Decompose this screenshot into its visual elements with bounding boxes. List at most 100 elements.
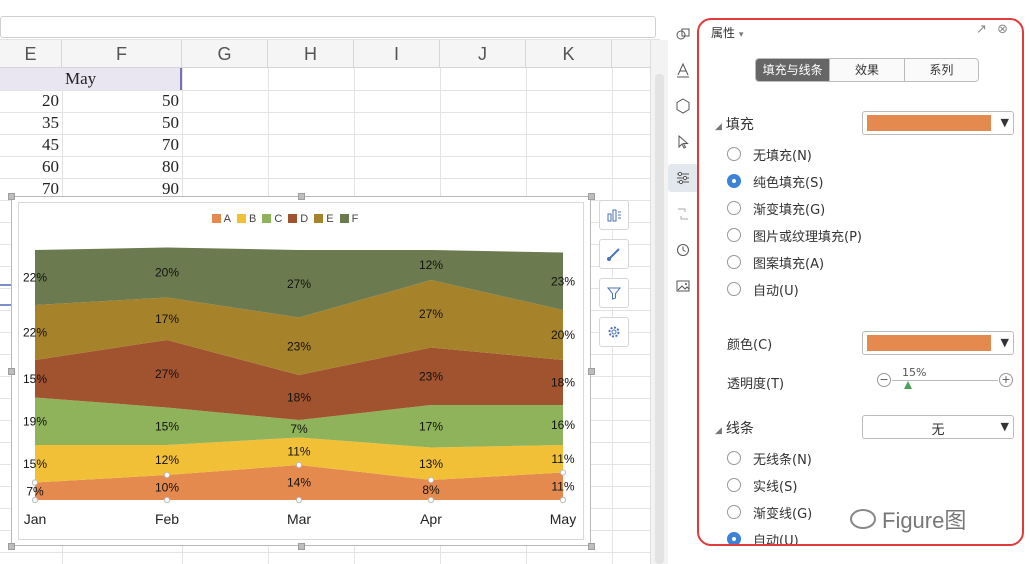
- selection-point[interactable]: [163, 496, 171, 504]
- radio-button[interactable]: [727, 451, 741, 465]
- panel-controls: ↗ ⊗: [976, 22, 1008, 37]
- data-label: 22%: [23, 271, 47, 285]
- chart-elements-icon[interactable]: [599, 200, 629, 230]
- line-section-header[interactable]: ◢ 线条: [715, 418, 754, 438]
- fill-option-gradient[interactable]: 渐变填充(G): [727, 198, 825, 218]
- selection-point[interactable]: [427, 496, 435, 504]
- transparency-label: 透明度(T): [727, 377, 785, 392]
- tab-series[interactable]: 系列: [904, 59, 978, 81]
- slider-thumb[interactable]: [903, 381, 912, 389]
- panel-title[interactable]: 属性 ▾: [711, 24, 743, 41]
- radio-button[interactable]: [727, 255, 741, 269]
- line-option-gradient[interactable]: 渐变线(G): [727, 502, 812, 522]
- gear-icon[interactable]: [599, 317, 629, 347]
- data-label: 18%: [551, 376, 575, 390]
- radio-button-checked[interactable]: [727, 174, 741, 188]
- radio-button-checked[interactable]: [727, 532, 741, 544]
- data-label: 20%: [155, 266, 179, 280]
- stacked-area-chart[interactable]: 7% 10% 14% 8% 11% 15% 12% 11% 13% 11% 19% 15% 7% 17% 1…: [0, 0, 650, 564]
- line-option-solid[interactable]: 实线(S): [727, 475, 797, 495]
- filter-icon[interactable]: [599, 278, 629, 308]
- line-option-none[interactable]: 无线条(N): [727, 448, 812, 468]
- radio-button[interactable]: [727, 478, 741, 492]
- chart-tools: [599, 200, 629, 356]
- data-label: 17%: [419, 419, 443, 433]
- line-option-auto[interactable]: 自动(U): [727, 529, 799, 544]
- dropdown-arrow-icon: ▼: [1000, 116, 1009, 129]
- fill-option-picture[interactable]: 图片或纹理填充(P): [727, 225, 862, 245]
- data-label: 15%: [23, 372, 47, 386]
- plus-icon[interactable]: +: [999, 373, 1013, 387]
- data-label: 11%: [287, 444, 310, 458]
- fill-color-swatch: [867, 115, 991, 131]
- app-window: E F G H I J K May 20 35 45 60 70 50 50 7…: [0, 0, 1030, 564]
- data-label: 7%: [290, 422, 308, 436]
- history-icon[interactable]: [668, 236, 698, 264]
- data-label: 14%: [287, 476, 311, 490]
- tab-fill-line[interactable]: 填充与线条: [756, 59, 831, 81]
- properties-panel: 属性 ▾ ↗ ⊗ 填充与线条 效果 系列 ◢ 填充 ▼ 无填充(N) 纯色填充(S…: [697, 18, 1024, 546]
- shapes-icon[interactable]: [668, 20, 698, 48]
- transparency-value: 15%: [902, 366, 927, 379]
- data-label: 17%: [155, 312, 179, 326]
- data-label: 15%: [155, 419, 179, 433]
- data-label: 16%: [551, 418, 575, 432]
- close-icon[interactable]: ⊗: [997, 22, 1008, 37]
- line-dropdown[interactable]: 无 ▼: [862, 415, 1014, 439]
- selection-point[interactable]: [559, 496, 567, 504]
- color-label: 颜色(C): [727, 338, 773, 353]
- tab-effects[interactable]: 效果: [830, 59, 905, 81]
- data-label: 12%: [155, 453, 179, 467]
- brush-icon[interactable]: [599, 239, 629, 269]
- radio-button[interactable]: [727, 147, 741, 161]
- x-tick-label: Feb: [155, 511, 179, 527]
- data-label: 7%: [26, 484, 44, 498]
- expand-icon[interactable]: ↗: [976, 22, 987, 37]
- fill-option-pattern[interactable]: 图案填充(A): [727, 252, 824, 272]
- data-label: 27%: [287, 277, 311, 291]
- x-tick-label: Apr: [420, 511, 442, 527]
- data-label: 8%: [422, 483, 440, 497]
- data-label: 13%: [419, 457, 443, 471]
- vertical-scrollbar[interactable]: [650, 40, 668, 564]
- fill-option-auto[interactable]: 自动(U): [727, 279, 799, 299]
- transform-icon[interactable]: [668, 200, 698, 228]
- select-cursor-icon[interactable]: [668, 128, 698, 156]
- radio-button[interactable]: [727, 505, 741, 519]
- scrollbar-thumb[interactable]: [655, 74, 664, 564]
- minus-icon[interactable]: −: [877, 373, 891, 387]
- data-label: 18%: [287, 391, 311, 405]
- fill-option-none[interactable]: 无填充(N): [727, 144, 812, 164]
- color-dropdown[interactable]: ▼: [862, 331, 1014, 355]
- hexagon-icon[interactable]: [668, 92, 698, 120]
- line-dropdown-value: 无: [931, 423, 945, 438]
- data-label: 10%: [155, 481, 179, 495]
- radio-button[interactable]: [727, 228, 741, 242]
- fill-option-solid[interactable]: 纯色填充(S): [727, 171, 823, 191]
- selection-point[interactable]: [427, 476, 435, 484]
- data-label: 11%: [551, 479, 574, 493]
- selection-point[interactable]: [559, 469, 567, 476]
- data-label: 20%: [551, 328, 575, 342]
- selection-point[interactable]: [295, 496, 303, 504]
- selection-point[interactable]: [295, 461, 303, 469]
- x-tick-label: Mar: [287, 511, 311, 527]
- data-label: 22%: [23, 326, 47, 340]
- image-icon[interactable]: [668, 272, 698, 300]
- data-label: 27%: [155, 367, 179, 381]
- x-tick-label: May: [550, 511, 576, 527]
- data-label: 15%: [23, 457, 47, 471]
- selection-point[interactable]: [163, 471, 171, 479]
- radio-button[interactable]: [727, 201, 741, 215]
- fill-color-dropdown[interactable]: ▼: [862, 111, 1014, 135]
- radio-button[interactable]: [727, 282, 741, 296]
- data-label: 23%: [287, 339, 311, 353]
- wechat-icon: [850, 509, 876, 529]
- text-style-icon[interactable]: [668, 56, 698, 84]
- data-label: 11%: [551, 452, 574, 466]
- fill-section-header[interactable]: ◢ 填充: [715, 114, 754, 134]
- properties-sliders-icon[interactable]: [668, 164, 698, 192]
- data-label: 23%: [551, 274, 575, 288]
- x-tick-label: Jan: [24, 511, 47, 527]
- watermark: Figure图: [850, 503, 966, 535]
